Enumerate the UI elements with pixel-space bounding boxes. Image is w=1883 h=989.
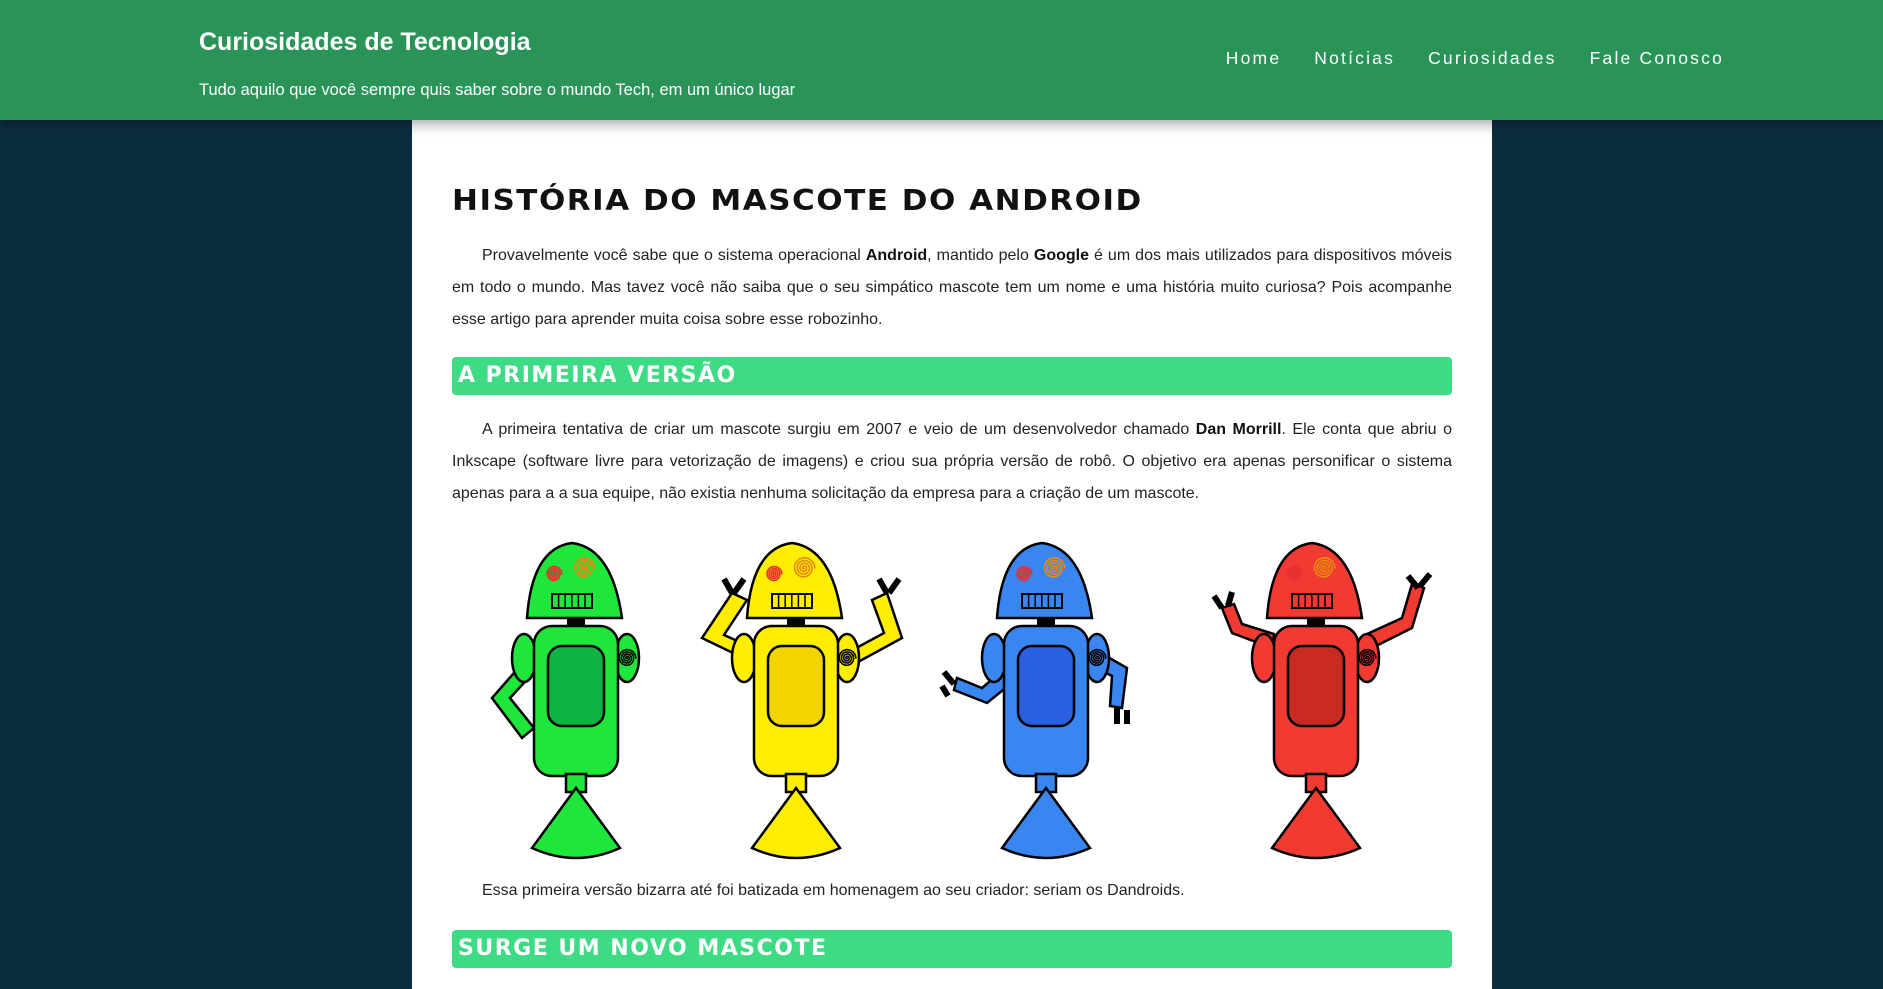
first-version-bold-dan-morrill: Dan Morrill xyxy=(1195,421,1282,438)
intro-text-1: Provavelmente você sabe que o sistema op… xyxy=(482,247,866,264)
article-container: HISTÓRIA DO MASCOTE DO ANDROID Provavelm… xyxy=(412,120,1492,989)
first-version-text-1: A primeira tentativa de criar um mascote… xyxy=(482,421,1196,438)
site-header: Curiosidades de Tecnologia Tudo aquilo q… xyxy=(0,0,1883,120)
main-nav: Home Notícias Curiosidades Fale Conosco xyxy=(1226,48,1724,69)
nav-fale-conosco[interactable]: Fale Conosco xyxy=(1590,48,1724,69)
intro-bold-google: Google xyxy=(1033,247,1089,264)
section-heading-new-mascot: SURGE UM NOVO MASCOTE xyxy=(452,930,1452,968)
first-version-paragraph: A primeira tentativa de criar um mascote… xyxy=(452,414,1452,510)
intro-paragraph: Provavelmente você sabe que o sistema op… xyxy=(452,240,1452,336)
section-heading-first-version: A PRIMEIRA VERSÃO xyxy=(452,357,1452,395)
site-title[interactable]: Curiosidades de Tecnologia xyxy=(199,28,795,57)
nav-home[interactable]: Home xyxy=(1226,48,1281,69)
brand: Curiosidades de Tecnologia Tudo aquilo q… xyxy=(199,28,795,100)
nav-noticias[interactable]: Notícias xyxy=(1314,48,1395,69)
dandroids-caption: Essa primeira versão bizarra até foi bat… xyxy=(482,882,1185,899)
intro-bold-android: Android xyxy=(865,247,928,264)
site-tagline: Tudo aquilo que você sempre quis saber s… xyxy=(199,81,796,99)
article-title: HISTÓRIA DO MASCOTE DO ANDROID xyxy=(452,184,1143,218)
nav-curiosidades[interactable]: Curiosidades xyxy=(1428,48,1557,69)
intro-text-2: , mantido pelo xyxy=(927,247,1034,264)
